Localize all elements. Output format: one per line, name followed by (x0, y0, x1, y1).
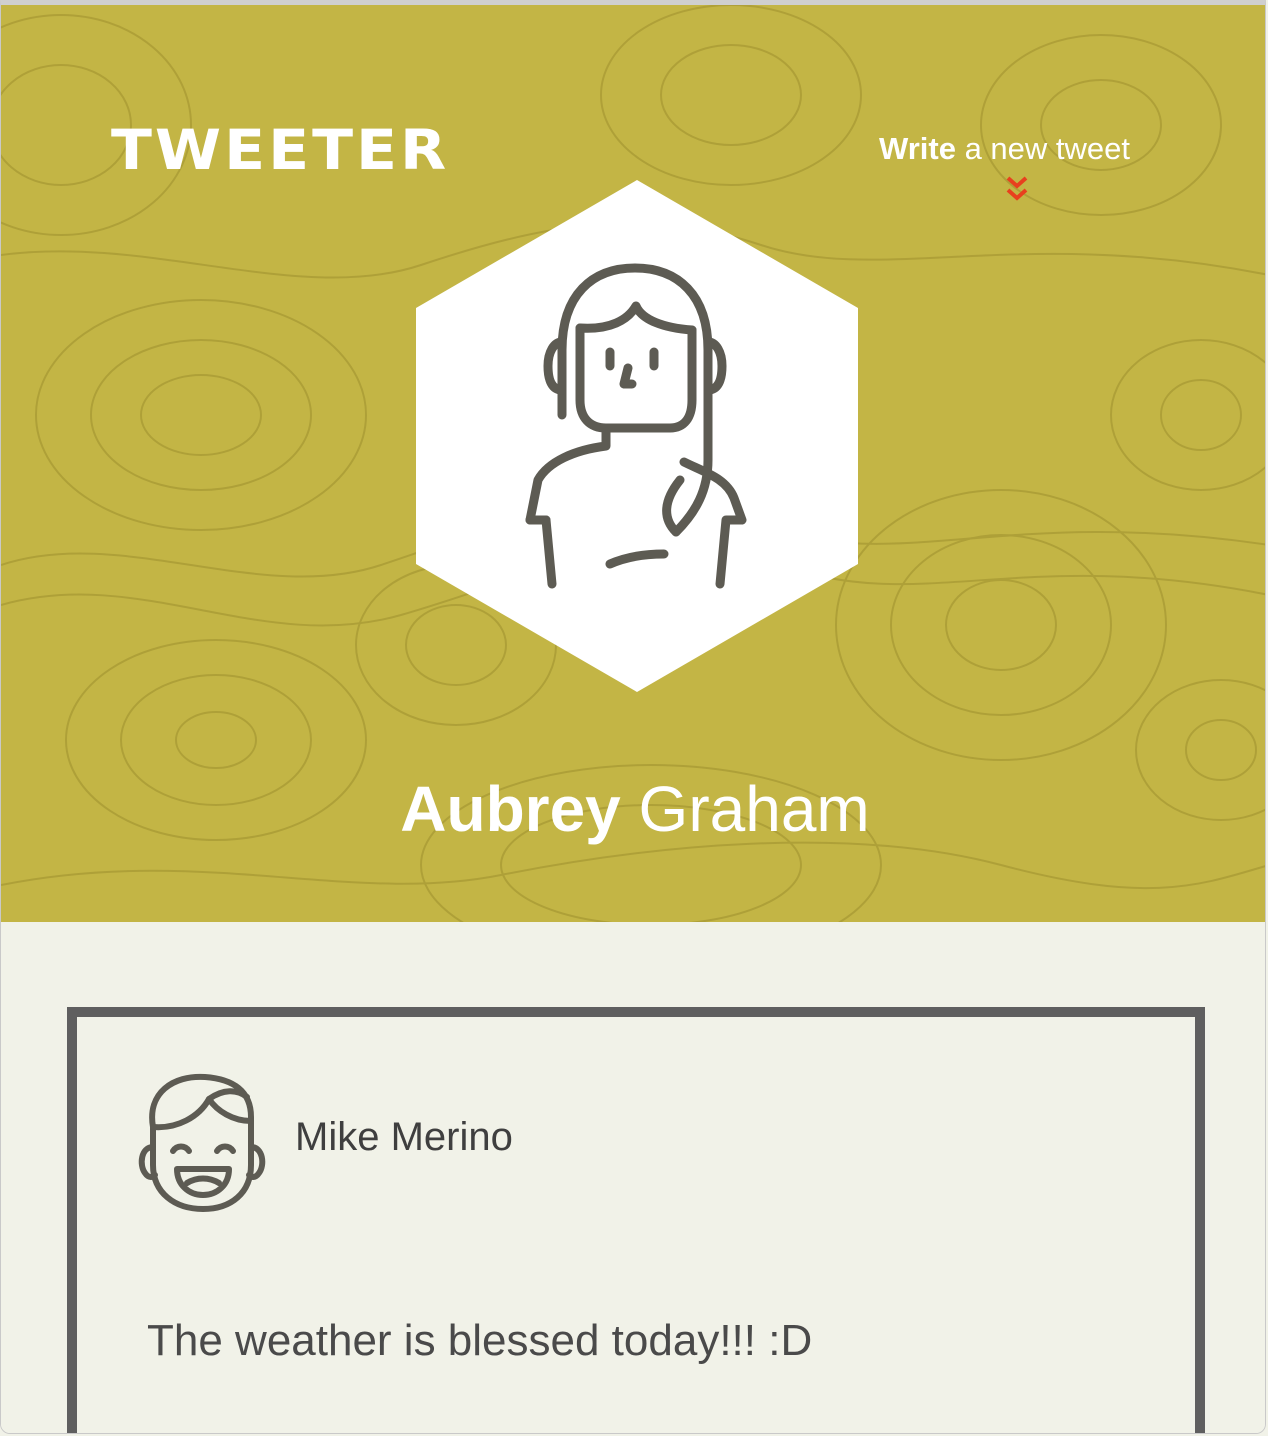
write-new-tweet-link[interactable]: Write a new tweet (879, 133, 1159, 164)
user-first-name: Aubrey (400, 773, 621, 845)
tweet-author-name[interactable]: Mike Merino (295, 1117, 513, 1157)
laughing-man-avatar-icon (138, 1073, 266, 1212)
woman-avatar-icon (416, 180, 858, 692)
tweet-text: The weather is blessed today!!! :D (147, 1316, 813, 1365)
profile-user-name: Aubrey Graham (1, 777, 1265, 841)
write-link-rest: a new tweet (955, 131, 1130, 166)
tweet-card[interactable]: Mike Merino The weather is blessed today… (67, 1007, 1205, 1433)
double-chevron-down-icon[interactable] (1005, 175, 1029, 205)
profile-header: TWEETER Write a new tweet Aubrey Graham (1, 5, 1265, 922)
app-logo[interactable]: TWEETER (111, 123, 449, 178)
browser-window: TWEETER Write a new tweet Aubrey Graham … (0, 0, 1266, 1434)
user-last-name: Graham (620, 773, 870, 845)
tweet-feed: Mike Merino The weather is blessed today… (1, 922, 1265, 1433)
write-link-bold: Write (879, 131, 956, 166)
